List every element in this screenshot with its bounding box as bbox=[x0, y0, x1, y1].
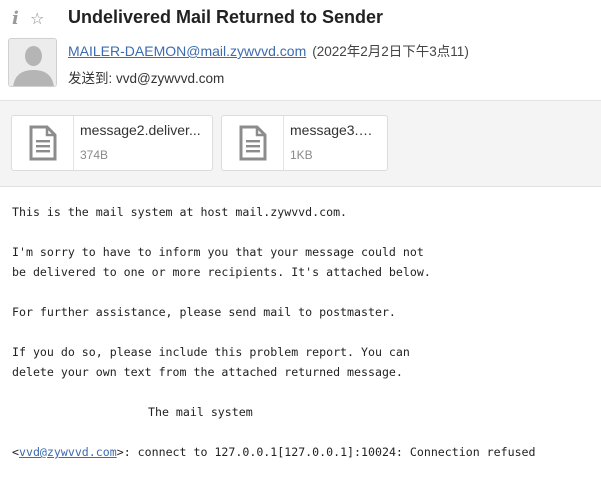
attachment-message3[interactable]: message3.eml 1KB bbox=[221, 115, 388, 171]
attachment-icon-wrap bbox=[222, 116, 284, 170]
body-line: For further assistance, please send mail… bbox=[12, 305, 396, 319]
bounce-reason: >: connect to 127.0.0.1[127.0.0.1]:10024… bbox=[116, 445, 536, 459]
attachment-icon-wrap bbox=[12, 116, 74, 170]
recipient-link[interactable]: vvd@zywvvd.com bbox=[19, 445, 117, 459]
bracket-open: < bbox=[12, 445, 19, 459]
attachment-name: message2.deliver... bbox=[80, 122, 201, 138]
person-silhouette-icon bbox=[9, 39, 56, 86]
message-header: i ☆ Undelivered Mail Returned to Sender … bbox=[0, 0, 601, 100]
message-subject: Undelivered Mail Returned to Sender bbox=[68, 7, 384, 27]
star-icon[interactable]: ☆ bbox=[30, 9, 44, 29]
to-line: 发送到: vvd@zywvvd.com bbox=[68, 71, 225, 86]
body-line: be delivered to one or more recipients. … bbox=[12, 265, 431, 279]
attachment-text: message2.deliver... 374B bbox=[74, 116, 212, 170]
sender-address-link[interactable]: MAILER-DAEMON@mail.zywvvd.com bbox=[68, 43, 306, 59]
info-icon[interactable]: i bbox=[12, 8, 24, 29]
body-line: This is the mail system at host mail.zyw… bbox=[12, 205, 348, 219]
body-line: I'm sorry to have to inform you that you… bbox=[12, 245, 424, 259]
attachment-message2[interactable]: message2.deliver... 374B bbox=[11, 115, 213, 171]
from-line: MAILER-DAEMON@mail.zywvvd.com (2022年2月2日下… bbox=[68, 40, 469, 60]
body-line: If you do so, please include this proble… bbox=[12, 345, 410, 359]
attachment-name: message3.eml bbox=[290, 122, 379, 138]
message-date: (2022年2月2日下午3点11) bbox=[312, 44, 469, 59]
header-icons: i ☆ bbox=[12, 8, 44, 29]
document-icon bbox=[239, 125, 266, 161]
body-line: delete your own text from the attached r… bbox=[12, 365, 403, 379]
attachment-size: 1KB bbox=[290, 148, 313, 162]
attachments-bar: message2.deliver... 374B message3.eml 1K… bbox=[0, 100, 601, 187]
attachment-text: message3.eml 1KB bbox=[284, 116, 387, 170]
body-signature: The mail system bbox=[148, 405, 253, 419]
attachment-size: 374B bbox=[80, 148, 109, 162]
document-icon bbox=[29, 125, 56, 161]
sender-avatar bbox=[8, 38, 57, 87]
message-body: This is the mail system at host mail.zyw… bbox=[12, 202, 597, 462]
bounce-report-line: <vvd@zywvvd.com>: connect to 127.0.0.1[1… bbox=[12, 442, 597, 462]
